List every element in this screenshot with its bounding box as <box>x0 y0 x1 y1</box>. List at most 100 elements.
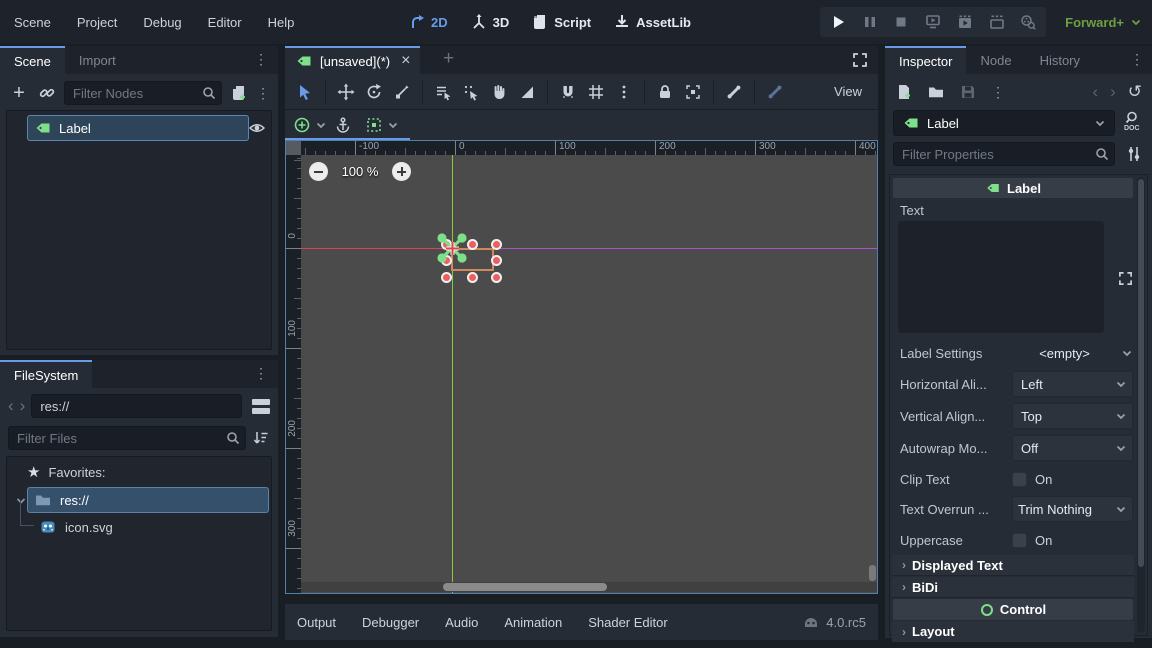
nav-back-button[interactable]: ‹ <box>8 396 14 416</box>
menu-project[interactable]: Project <box>77 15 117 30</box>
renderer-select[interactable]: Forward+ <box>1065 0 1142 44</box>
expand-textarea-icon[interactable] <box>1118 271 1133 286</box>
bottom-tab-shader-editor[interactable]: Shader Editor <box>588 615 668 630</box>
new-scene-tab-button[interactable]: + <box>443 48 454 70</box>
scale-mode-button[interactable] <box>388 78 416 106</box>
instance-scene-icon[interactable] <box>38 84 56 102</box>
play-button[interactable] <box>824 8 852 36</box>
history-back-button[interactable]: ‹ <box>1092 82 1098 102</box>
context-3d-button[interactable]: 3D <box>470 13 510 31</box>
dock-menu-icon[interactable]: ⋮ <box>254 46 278 74</box>
menu-editor[interactable]: Editor <box>208 15 242 30</box>
group-children-button[interactable] <box>679 78 707 106</box>
bottom-tab-output[interactable]: Output <box>297 615 336 630</box>
viewport-2d[interactable]: -100 0 100 200 300 400 0 100 200 300 100… <box>285 140 878 594</box>
play-custom-scene-button[interactable] <box>983 8 1011 36</box>
skeleton-options-button[interactable] <box>761 78 789 106</box>
anchor-mode-button[interactable] <box>331 111 355 139</box>
play-scene-button[interactable] <box>951 8 979 36</box>
uppercase-checkbox[interactable] <box>1012 533 1027 548</box>
category-label[interactable]: Label <box>893 178 1133 198</box>
selection-handle[interactable] <box>441 272 452 283</box>
pause-button[interactable] <box>856 8 884 36</box>
zoom-level[interactable]: 100 % <box>338 164 382 179</box>
vertical-alignment-dropdown[interactable]: Top <box>1012 403 1133 429</box>
new-resource-icon[interactable] <box>895 83 913 101</box>
open-docs-button[interactable]: DOC <box>1120 110 1144 136</box>
rotate-mode-button[interactable] <box>360 78 388 106</box>
section-bidi[interactable]: › BiDi <box>892 577 1134 598</box>
bottom-tab-audio[interactable]: Audio <box>445 615 478 630</box>
horizontal-alignment-dropdown[interactable]: Left <box>1012 371 1133 397</box>
canvas-world[interactable]: 100 % <box>301 155 877 593</box>
pan-mode-button[interactable] <box>485 78 513 106</box>
dock-menu-icon[interactable]: ⋮ <box>254 360 278 388</box>
bottom-tab-debugger[interactable]: Debugger <box>362 615 419 630</box>
pivot-marker[interactable] <box>445 241 460 256</box>
tab-inspector[interactable]: Inspector <box>885 46 966 74</box>
tab-scene[interactable]: Scene <box>0 46 65 74</box>
section-displayed-text[interactable]: › Displayed Text <box>892 555 1134 576</box>
text-overrun-dropdown[interactable]: Trim Nothing <box>1012 496 1133 522</box>
category-control[interactable]: Control <box>893 599 1133 620</box>
inspector-scrollbar-thumb[interactable] <box>1138 179 1144 567</box>
history-recent-icon[interactable]: ↺ <box>1128 82 1142 102</box>
load-resource-icon[interactable] <box>927 83 945 101</box>
scene-tree-menu-icon[interactable]: ⋮ <box>256 86 270 100</box>
play-remote-button[interactable] <box>919 8 947 36</box>
h-scrollbar-thumb[interactable] <box>443 583 607 591</box>
menu-debug[interactable]: Debug <box>143 15 181 30</box>
text-property-textarea[interactable] <box>898 221 1104 333</box>
nav-forward-button[interactable]: › <box>20 396 26 416</box>
favorites-row[interactable]: ★ Favorites: <box>27 463 106 481</box>
inspector-scrollbar-track[interactable] <box>1137 177 1145 633</box>
bottom-tab-animation[interactable]: Animation <box>504 615 562 630</box>
sort-files-icon[interactable] <box>252 429 270 447</box>
pivot-mode-button[interactable] <box>457 78 485 106</box>
selection-handle[interactable] <box>467 272 478 283</box>
autowrap-mode-dropdown[interactable]: Off <box>1012 435 1133 461</box>
snap-options-button[interactable] <box>610 78 638 106</box>
selection-handle[interactable] <box>491 272 502 283</box>
move-mode-button[interactable] <box>332 78 360 106</box>
selection-handle[interactable] <box>491 239 502 250</box>
property-row-label-settings[interactable]: Label Settings <empty> <box>900 341 1133 365</box>
zoom-in-button[interactable] <box>392 162 411 181</box>
grid-snap-button[interactable] <box>582 78 610 106</box>
node-selector[interactable]: Label <box>893 110 1115 136</box>
lock-object-button[interactable] <box>651 78 679 106</box>
movie-maker-button[interactable] <box>1014 8 1042 36</box>
filter-files-input[interactable] <box>8 426 246 450</box>
list-select-button[interactable] <box>429 78 457 106</box>
close-icon[interactable]: × <box>397 52 410 70</box>
h-scrollbar-track[interactable] <box>301 582 877 592</box>
add-node-button[interactable]: + <box>8 79 30 107</box>
resource-menu-icon[interactable]: ⋮ <box>991 85 1005 99</box>
toggle-split-mode-button[interactable] <box>248 399 270 414</box>
context-2d-button[interactable]: 2D <box>408 13 448 31</box>
visibility-eye-icon[interactable] <box>248 119 266 137</box>
select-mode-button[interactable] <box>291 78 319 106</box>
file-tree-row-res[interactable]: res:// <box>27 487 269 513</box>
selection-handle[interactable] <box>491 255 502 266</box>
filter-nodes-input[interactable] <box>64 81 222 105</box>
stop-button[interactable] <box>887 8 915 36</box>
save-resource-icon[interactable] <box>959 83 977 101</box>
tab-filesystem[interactable]: FileSystem <box>0 360 92 388</box>
scene-tab-unsaved[interactable]: [unsaved](*) × <box>285 46 420 74</box>
path-field[interactable] <box>31 394 242 418</box>
context-assetlib-button[interactable]: AssetLib <box>613 13 691 31</box>
version-label[interactable]: 4.0.rc5 <box>826 615 866 630</box>
history-forward-button[interactable]: › <box>1110 82 1116 102</box>
tab-history[interactable]: History <box>1026 46 1094 74</box>
scene-tree-row-label[interactable]: Label <box>27 115 249 141</box>
tab-node[interactable]: Node <box>966 46 1025 74</box>
v-scrollbar-thumb[interactable] <box>869 565 876 581</box>
section-layout[interactable]: › Layout <box>892 621 1134 642</box>
property-tools-icon[interactable] <box>1125 145 1143 163</box>
view-menu-button[interactable]: View <box>834 84 872 99</box>
ruler-mode-button[interactable] <box>513 78 541 106</box>
anchor-preset-button[interactable] <box>293 116 327 134</box>
dock-menu-icon[interactable]: ⋮ <box>1130 46 1152 74</box>
attach-script-icon[interactable] <box>230 84 248 102</box>
